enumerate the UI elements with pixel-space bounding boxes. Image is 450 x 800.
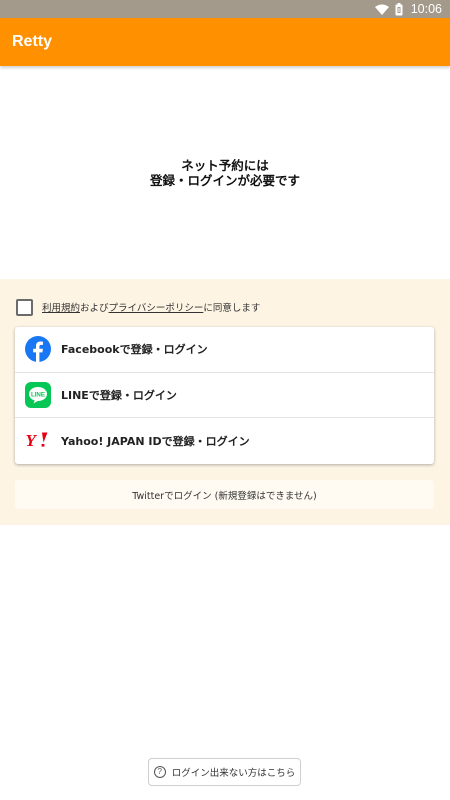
status-bar: 10:06 bbox=[0, 0, 450, 18]
yahoo-login-label: Yahoo! JAPAN IDで登録・ログイン bbox=[61, 435, 250, 449]
line-login-label: LINEで登録・ログイン bbox=[61, 389, 177, 403]
login-help-label: ログイン出来ない方はこちら bbox=[171, 768, 296, 779]
agreement-row[interactable]: 利用規約およびプライバシーポリシーに同意します bbox=[16, 297, 260, 317]
agreement-and-text: および bbox=[80, 303, 109, 314]
battery-icon bbox=[395, 2, 403, 16]
wifi-icon bbox=[374, 4, 389, 15]
intro-line-1: ネット予約には bbox=[181, 157, 269, 173]
privacy-policy-link[interactable]: プライバシーポリシー bbox=[109, 303, 204, 314]
terms-link[interactable]: 利用規約 bbox=[42, 303, 80, 314]
twitter-login-button[interactable]: Twitterでログイン (新規登録はできません) bbox=[15, 480, 434, 509]
facebook-icon bbox=[25, 336, 51, 363]
yahoo-japan-icon: Y bbox=[25, 428, 51, 454]
intro-line-2: 登録・ログインが必要です bbox=[149, 172, 300, 188]
provider-list: Facebookで登録・ログイン LINE LINEで登録・ログイン Y Yah… bbox=[15, 327, 434, 464]
app-title: Retty bbox=[12, 33, 53, 50]
intro-message: ネット予約には 登録・ログインが必要です bbox=[0, 66, 450, 279]
svg-text:Y: Y bbox=[26, 431, 38, 450]
facebook-login-button[interactable]: Facebookで登録・ログイン bbox=[15, 327, 434, 373]
question-icon: ? bbox=[153, 766, 166, 778]
agreement-suffix: に同意します bbox=[203, 303, 261, 314]
line-icon: LINE bbox=[25, 382, 51, 409]
status-time: 10:06 bbox=[410, 2, 442, 16]
yahoo-login-button[interactable]: Y Yahoo! JAPAN IDで登録・ログイン bbox=[15, 418, 434, 464]
svg-text:LINE: LINE bbox=[31, 391, 45, 398]
facebook-login-label: Facebookで登録・ログイン bbox=[61, 343, 208, 357]
app-bar: Retty bbox=[0, 18, 450, 66]
login-help-button[interactable]: ? ログイン出来ない方はこちら bbox=[148, 758, 301, 786]
line-login-button[interactable]: LINE LINEで登録・ログイン bbox=[15, 373, 434, 419]
agreement-text: 利用規約およびプライバシーポリシーに同意します bbox=[42, 300, 260, 314]
agreement-checkbox[interactable] bbox=[16, 298, 33, 316]
